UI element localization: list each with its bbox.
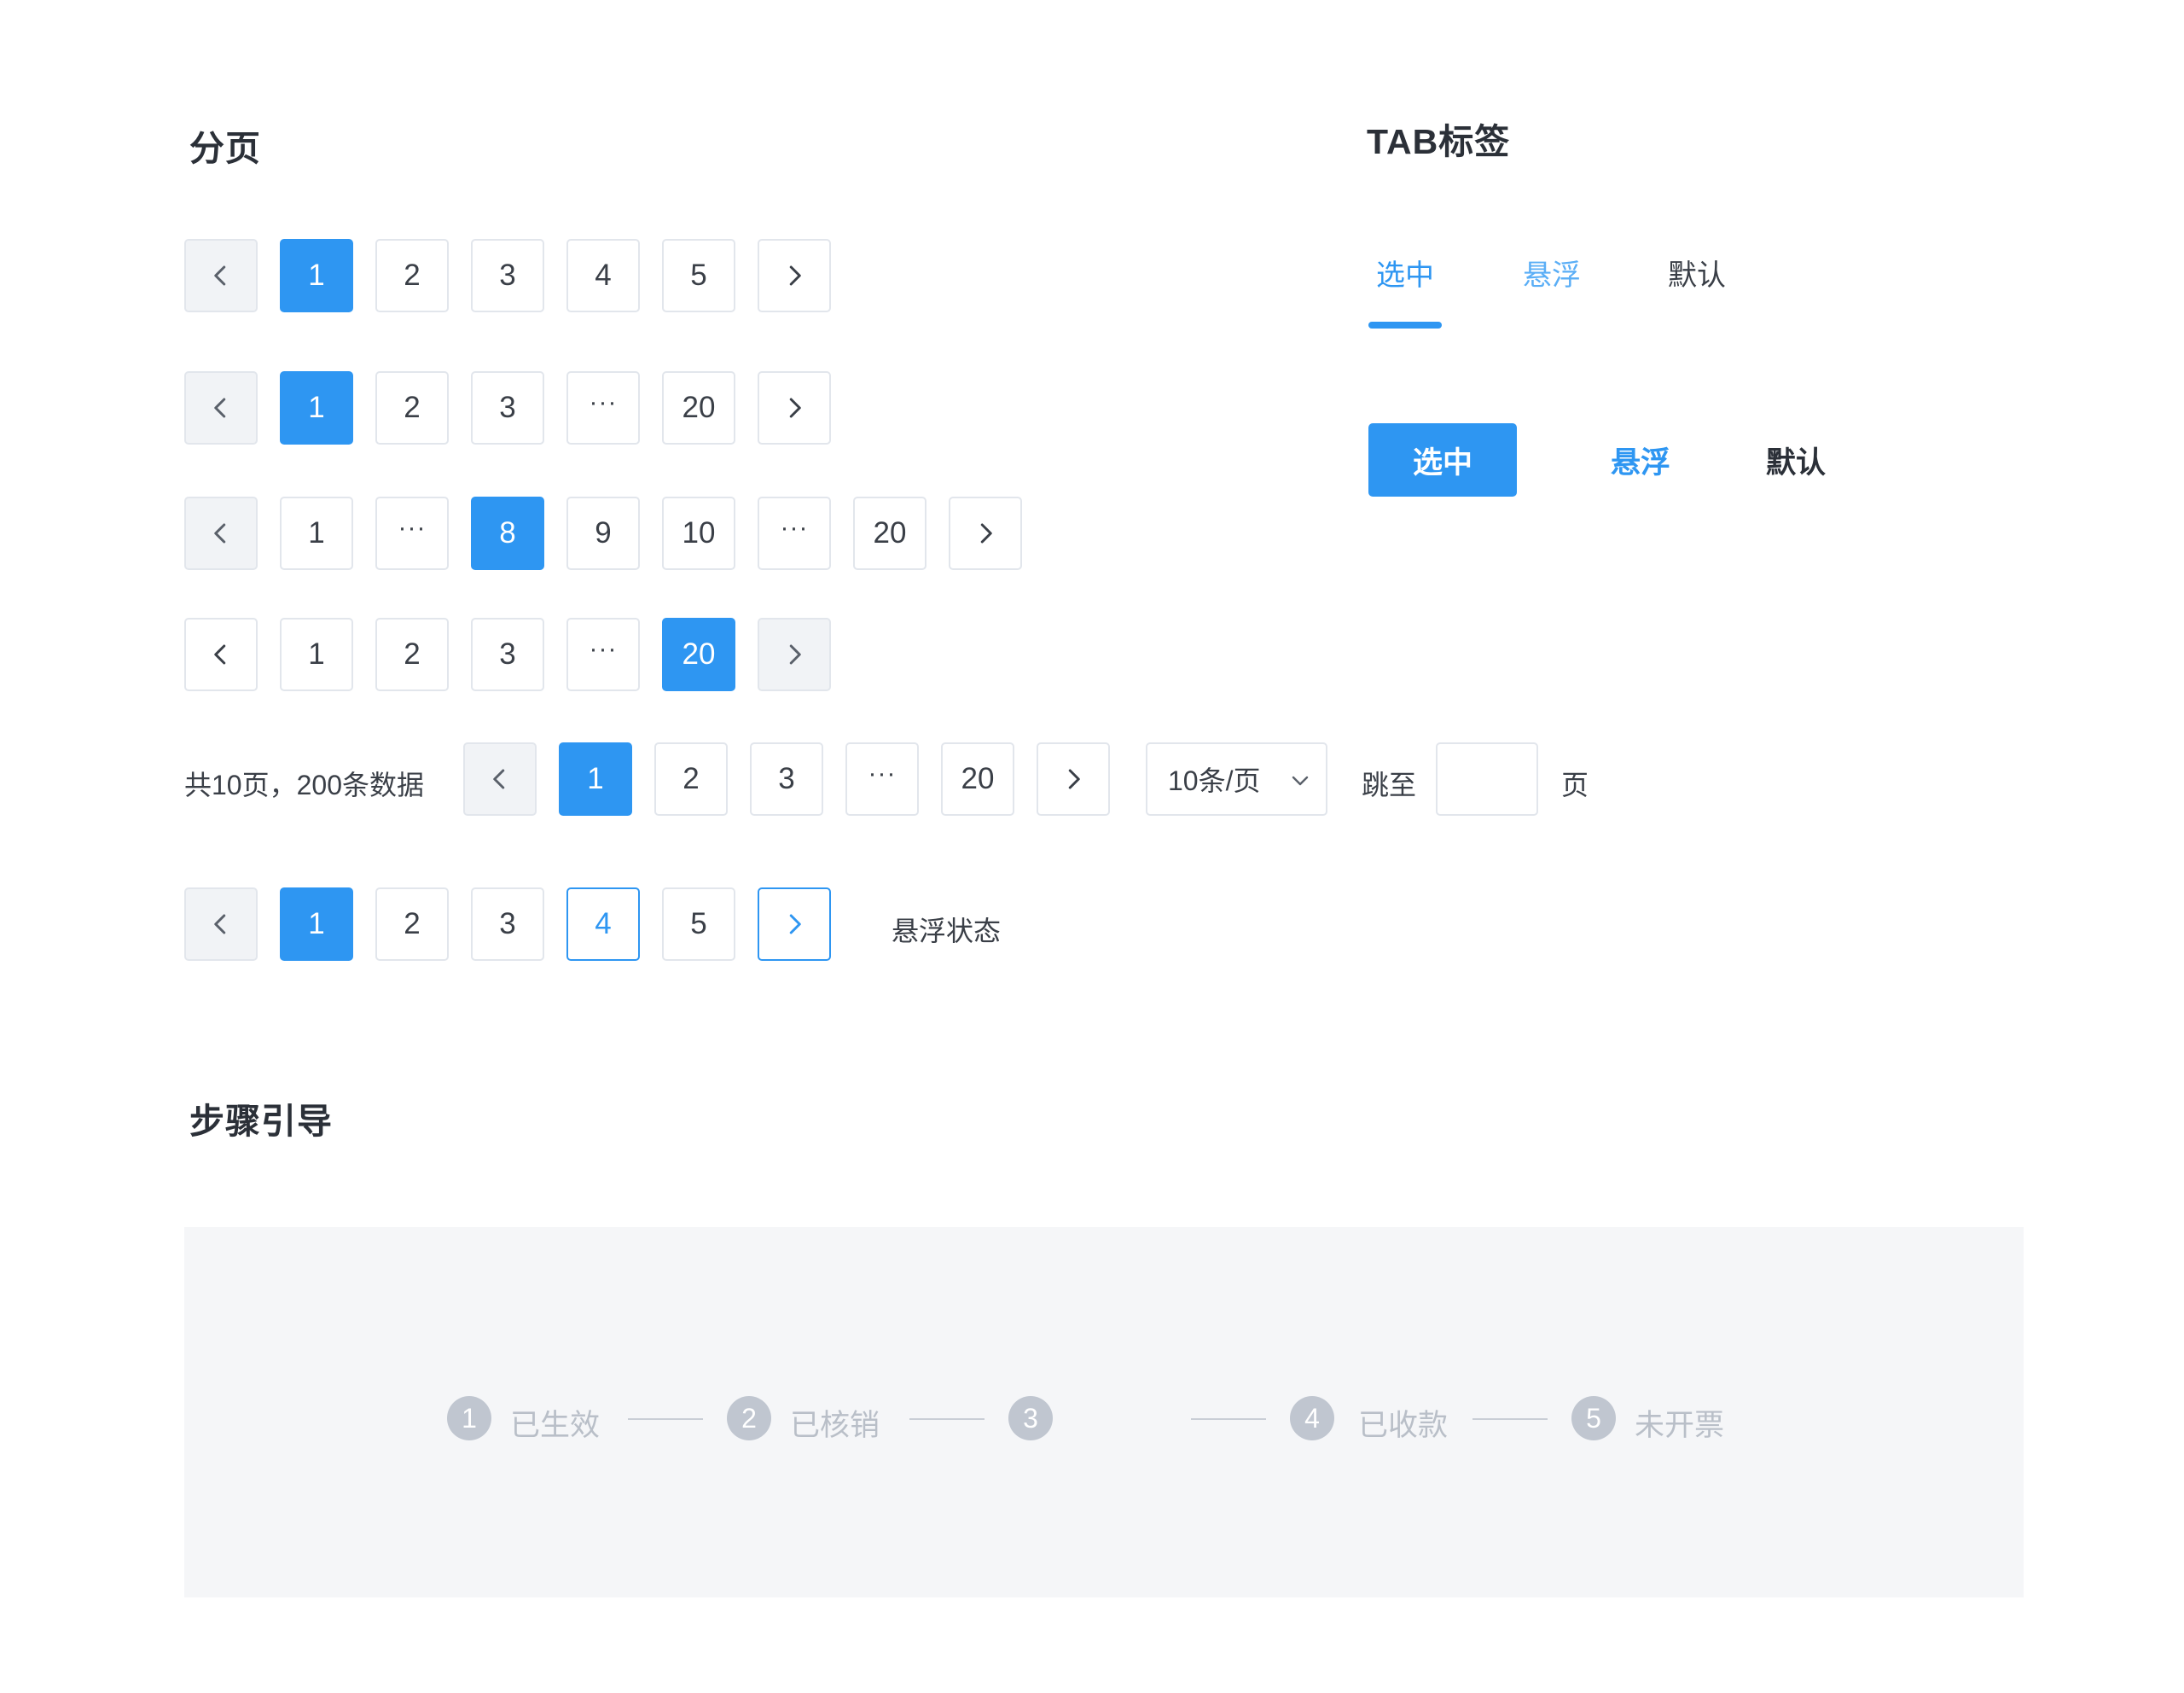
next-page-button[interactable] — [949, 497, 1022, 570]
step-connector — [1191, 1418, 1266, 1420]
chevron-left-icon — [214, 644, 226, 665]
button-tab-hover[interactable]: 悬浮 — [1594, 423, 1687, 497]
page-button[interactable]: 3 — [750, 742, 823, 816]
steps-section-title: 步骤引导 — [189, 1102, 333, 1141]
page-button[interactable]: 3 — [471, 371, 544, 445]
ellipsis-button[interactable]: ··· — [845, 742, 919, 816]
ellipsis-text: ··· — [780, 514, 809, 542]
pagination-summary: 共10页，200条数据 — [184, 770, 424, 800]
step-1-label: 已生效 — [510, 1409, 601, 1442]
chevron-left-icon — [214, 523, 226, 544]
step-2-circle: 2 — [727, 1396, 771, 1440]
jump-label: 跳至 — [1362, 770, 1417, 800]
ellipsis-text: ··· — [589, 635, 618, 663]
ellipsis-button[interactable]: ··· — [758, 497, 831, 570]
tab-hover[interactable]: 悬浮 — [1523, 252, 1581, 294]
prev-page-button[interactable] — [463, 742, 537, 816]
chevron-left-icon — [214, 398, 226, 418]
pagination-section-title: 分页 — [189, 129, 261, 168]
jump-page-input[interactable] — [1436, 742, 1538, 816]
page-button[interactable]: 1 — [280, 239, 353, 312]
hover-state-label: 悬浮状态 — [892, 916, 1002, 946]
next-page-button[interactable] — [758, 618, 831, 691]
chevron-right-icon — [789, 914, 801, 934]
step-2-label: 已核销 — [790, 1409, 880, 1442]
ellipsis-button[interactable]: ··· — [566, 618, 640, 691]
page-button-hovered[interactable]: 4 — [566, 887, 640, 961]
next-page-button[interactable] — [758, 239, 831, 312]
ellipsis-text: ··· — [868, 759, 897, 788]
tab-selected[interactable]: 选中 — [1376, 252, 1434, 294]
button-tab-default[interactable]: 默认 — [1749, 423, 1843, 497]
page-button[interactable]: 8 — [471, 497, 544, 570]
prev-page-button[interactable] — [184, 618, 258, 691]
page-button[interactable]: 20 — [662, 618, 735, 691]
page-button[interactable]: 2 — [375, 371, 449, 445]
page-button[interactable]: 4 — [566, 239, 640, 312]
page-button[interactable]: 20 — [662, 371, 735, 445]
page-button[interactable]: 1 — [280, 371, 353, 445]
page-button[interactable]: 2 — [654, 742, 728, 816]
next-page-button[interactable] — [758, 371, 831, 445]
next-page-button-hovered[interactable] — [758, 887, 831, 961]
next-page-button[interactable] — [1037, 742, 1110, 816]
page-button[interactable]: 3 — [471, 887, 544, 961]
prev-page-button[interactable] — [184, 887, 258, 961]
tab-default[interactable]: 默认 — [1668, 252, 1726, 294]
step-connector — [1472, 1418, 1548, 1420]
page-size-value: 10条/页 — [1168, 765, 1261, 796]
tabs-section-title: TAB标签 — [1367, 122, 1511, 161]
ellipsis-button[interactable]: ··· — [375, 497, 449, 570]
chevron-right-icon — [980, 523, 992, 544]
step-5-circle: 5 — [1571, 1396, 1616, 1440]
page-button[interactable]: 3 — [471, 618, 544, 691]
chevron-left-icon — [493, 769, 505, 789]
page-button[interactable]: 5 — [662, 239, 735, 312]
step-5-label: 未开票 — [1635, 1409, 1725, 1442]
prev-page-button[interactable] — [184, 371, 258, 445]
button-tab-selected[interactable]: 选中 — [1368, 423, 1517, 497]
page-button[interactable]: 20 — [941, 742, 1014, 816]
prev-page-button[interactable] — [184, 497, 258, 570]
jump-page-suffix: 页 — [1561, 770, 1589, 800]
page-button[interactable]: 9 — [566, 497, 640, 570]
page-button[interactable]: 2 — [375, 618, 449, 691]
page-button[interactable]: 1 — [280, 887, 353, 961]
chevron-right-icon — [789, 265, 801, 286]
page-button[interactable]: 1 — [280, 618, 353, 691]
tab-active-underline — [1368, 322, 1442, 329]
steps-panel: 1 已生效 2 已核销 3 4 已收款 5 未开票 — [184, 1227, 2024, 1597]
page-button[interactable]: 5 — [662, 887, 735, 961]
step-4-circle: 4 — [1290, 1396, 1334, 1440]
step-1-circle: 1 — [447, 1396, 491, 1440]
chevron-right-icon — [1068, 769, 1080, 789]
ellipsis-button[interactable]: ··· — [566, 371, 640, 445]
chevron-left-icon — [214, 265, 226, 286]
ellipsis-text: ··· — [589, 388, 618, 416]
page-size-select[interactable]: 10条/页 — [1146, 742, 1327, 816]
page-button[interactable]: 2 — [375, 887, 449, 961]
step-connector — [909, 1418, 985, 1420]
chevron-left-icon — [214, 914, 226, 934]
page-button[interactable]: 2 — [375, 239, 449, 312]
page-button[interactable]: 20 — [853, 497, 926, 570]
page-button[interactable]: 1 — [280, 497, 353, 570]
step-4-label: 已收款 — [1358, 1409, 1449, 1442]
page-button[interactable]: 1 — [559, 742, 632, 816]
page-button[interactable]: 3 — [471, 239, 544, 312]
page-button[interactable]: 10 — [662, 497, 735, 570]
chevron-down-icon — [1292, 776, 1309, 786]
chevron-right-icon — [789, 398, 801, 418]
step-connector — [628, 1418, 703, 1420]
step-3-circle: 3 — [1008, 1396, 1053, 1440]
prev-page-button[interactable] — [184, 239, 258, 312]
chevron-right-icon — [789, 644, 801, 665]
ellipsis-text: ··· — [398, 514, 427, 542]
